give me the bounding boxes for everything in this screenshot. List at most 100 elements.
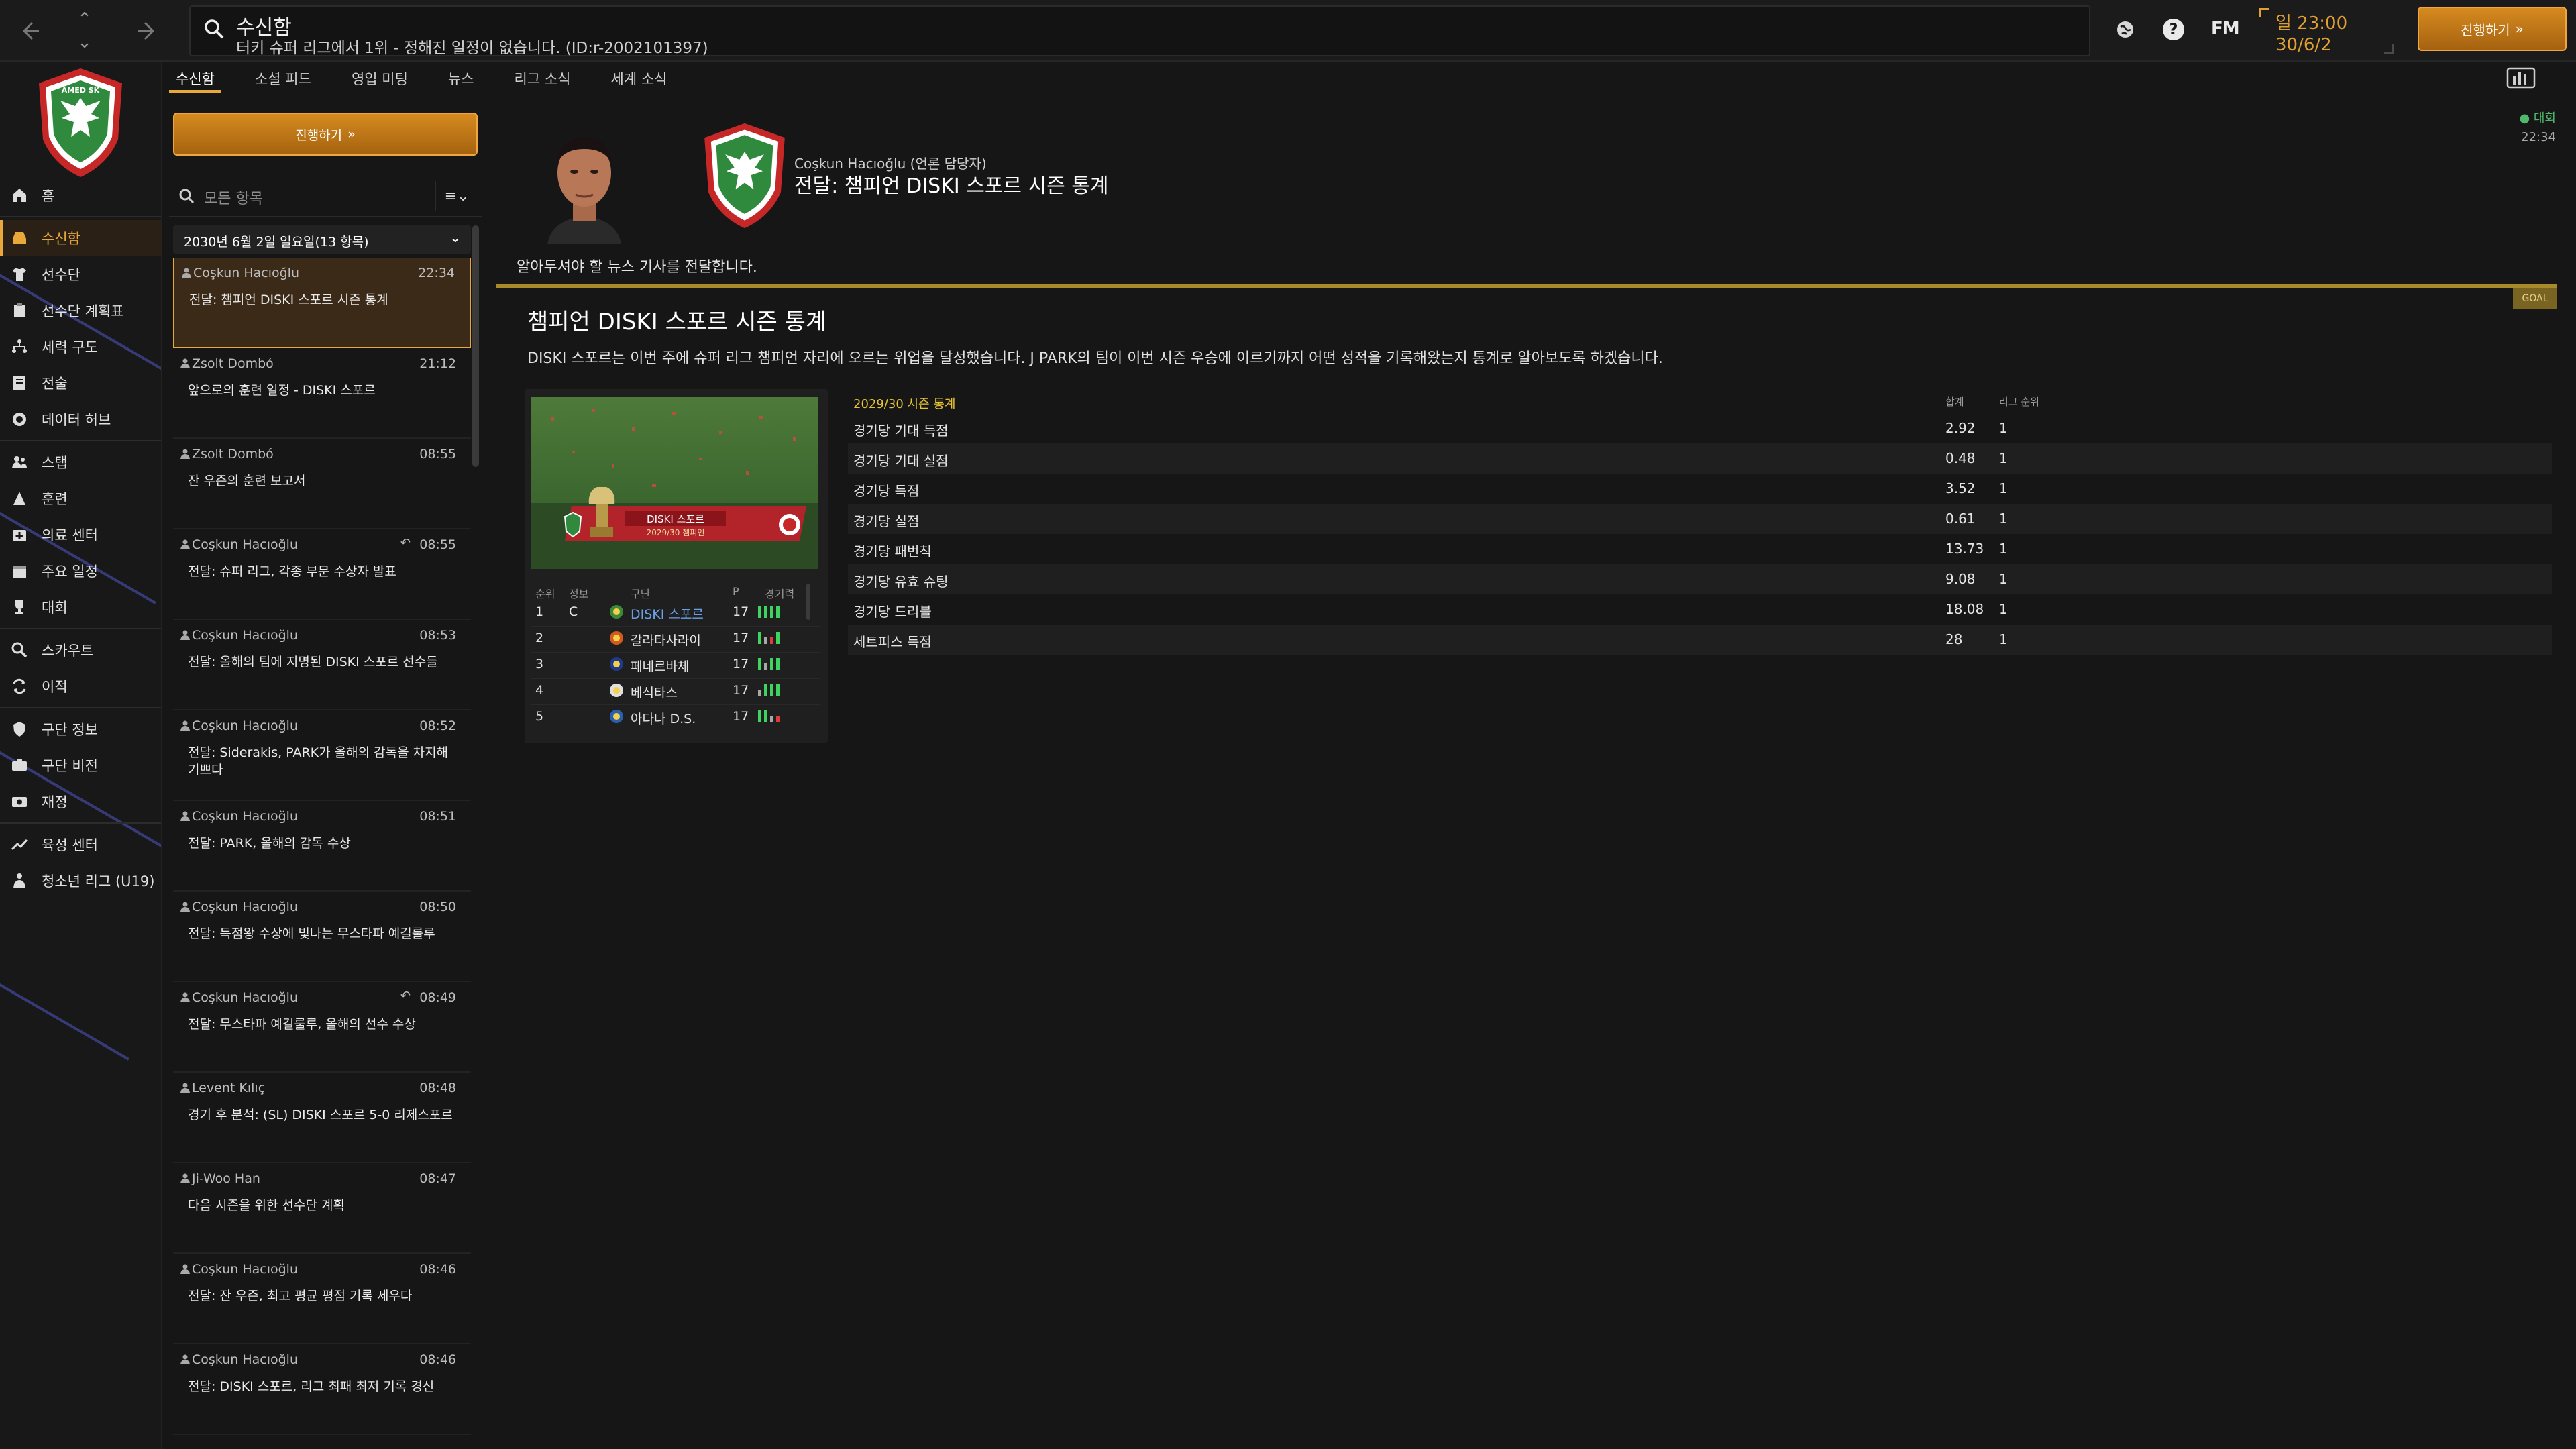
sidebar-item-staff[interactable]: 스탭 <box>0 444 161 480</box>
message-list-item[interactable]: Coşkun Hacıoğlu 08:46 전달: DISKI 스포르, 리그 최패… <box>173 1344 471 1435</box>
sidebar-item-tactics[interactable]: 전술 <box>0 365 161 401</box>
tab-1[interactable]: 소셜 피드 <box>248 64 318 93</box>
sidebar-item-hierarchy[interactable]: 세력 구도 <box>0 329 161 365</box>
chevron-down-icon[interactable]: ⌄ <box>77 31 92 54</box>
form-indicator <box>758 709 780 722</box>
mini-table-col-header[interactable]: 순위 <box>535 585 555 601</box>
sidebar-item-home[interactable]: 홈 <box>0 177 161 213</box>
search-box[interactable]: 수신함 터키 슈퍼 리그에서 1위 - 정해진 일정이 없습니다. (ID:r-… <box>189 5 2090 57</box>
tab-0[interactable]: 수신함 <box>169 64 221 93</box>
club-badge-icon[interactable]: AMED SK <box>34 66 127 180</box>
stats-row: 경기당 실점 0.61 1 <box>848 504 2552 534</box>
sidebar-item-calendar[interactable]: 주요 일정 <box>0 553 161 589</box>
message-list-item[interactable]: Zsolt Dombó 21:12 앞으로의 훈련 일정 - DISKI 스포르 <box>173 348 471 439</box>
sidebar-item-youth[interactable]: 청소년 리그 (U19) <box>0 863 161 899</box>
sidebar-item-club-info[interactable]: 구단 정보 <box>0 711 161 747</box>
table-row[interactable]: 5 아다나 D.S. 17 <box>531 704 820 731</box>
help-icon[interactable]: ? <box>2160 16 2187 43</box>
table-club-link[interactable]: 아다나 D.S. <box>631 709 696 727</box>
inbox-filter[interactable]: 모든 항목 ≡ ⌄ <box>169 174 482 217</box>
message-list-item[interactable]: Ji-Woo Han 08:47 다음 시즌을 위한 선수단 계획 <box>173 1163 471 1254</box>
continue-button[interactable]: 진행하기 » <box>173 113 478 156</box>
sidebar-item-data-hub[interactable]: 데이터 허브 <box>0 401 161 437</box>
tab-2[interactable]: 영입 미팅 <box>345 64 415 93</box>
sidebar-item-finance[interactable]: 재정 <box>0 784 161 820</box>
table-row[interactable]: 1 C DISKI 스포르 17 <box>531 600 820 626</box>
sidebar-item-training[interactable]: 훈련 <box>0 480 161 517</box>
message-list-item[interactable]: Coşkun Hacıoğlu 08:53 전달: 올해의 팀에 지명된 DISKI… <box>173 620 471 710</box>
competition-tag[interactable]: ● 대회 <box>2519 109 2556 126</box>
globe-icon[interactable] <box>2112 16 2139 43</box>
club-badge-icon[interactable] <box>699 121 790 231</box>
sidebar-item-development[interactable]: 육성 센터 <box>0 826 161 863</box>
sidebar-item-transfer[interactable]: 이적 <box>0 668 161 704</box>
game-date-time[interactable]: 일 23:00 30/6/2 <box>2259 5 2394 56</box>
continue-button-top[interactable]: 진행하기 » <box>2418 7 2567 51</box>
table-club-link[interactable]: DISKI 스포르 <box>631 604 704 623</box>
mini-table-scrollbar[interactable] <box>806 584 810 620</box>
message-list-item[interactable]: Levent Kılıç 08:48 경기 후 분석: (SL) DISKI 스포르… <box>173 1073 471 1163</box>
forward-arrow-icon[interactable] <box>127 11 168 51</box>
message-subject: 전달: 챔피언 DISKI 스포르 시즌 통계 <box>189 292 388 307</box>
message-list-item[interactable]: Zsolt Dombó 08:55 잔 우즌의 훈련 보고서 <box>173 439 471 529</box>
reply-icon: ↶ <box>400 536 411 550</box>
mini-table-col-header[interactable]: 경기력 <box>765 585 794 601</box>
table-club-link[interactable]: 베식타스 <box>631 683 678 701</box>
inbox-panel: 진행하기 » 모든 항목 ≡ ⌄ 2030년 6월 2일 일요일(13 항목) ⌄… <box>169 107 482 1449</box>
player-portrait[interactable] <box>534 119 635 244</box>
filter-input[interactable]: 모든 항목 <box>204 186 263 208</box>
banner-club-text: DISKI 스포르 <box>647 513 704 525</box>
sidebar-item-medical[interactable]: 의료 센터 <box>0 517 161 553</box>
message-list-item[interactable]: Coşkun Hacıoğlu 08:46 전달: 잔 우즌, 최고 평균 평점 기… <box>173 1254 471 1344</box>
back-arrow-icon[interactable] <box>9 11 50 51</box>
tab-5[interactable]: 세계 소식 <box>604 64 674 93</box>
sidebar-item-trophy[interactable]: 대회 <box>0 589 161 625</box>
sidebar-item-label: 세력 구도 <box>42 339 98 356</box>
nav-divider <box>0 440 161 441</box>
sidebar-item-vision[interactable]: 구단 비전 <box>0 747 161 784</box>
table-club-link[interactable]: 페네르바체 <box>631 657 689 675</box>
sidebar-item-scout[interactable]: 스카우트 <box>0 632 161 668</box>
message-list-item[interactable]: Coşkun Hacıoğlu 08:52 전달: Siderakis, PARK가… <box>173 710 471 801</box>
calendar-icon <box>11 562 28 580</box>
table-row[interactable]: 2 갈라타사라이 17 <box>531 626 820 652</box>
table-club-link[interactable]: 갈라타사라이 <box>631 631 701 649</box>
chevron-down-icon[interactable]: ⌄ <box>449 229 462 246</box>
message-time: 08:55 <box>419 537 456 552</box>
chevron-up-icon[interactable]: ⌃ <box>77 8 92 31</box>
sidebar-item-inbox[interactable]: 수신함 <box>0 220 161 256</box>
tab-4[interactable]: 리그 소식 <box>508 64 578 93</box>
message-list-item[interactable]: Coşkun Hacıoğlu 22:34 전달: 챔피언 DISKI 스포르 시즌… <box>173 258 471 348</box>
tactics-icon <box>11 374 28 392</box>
news-card: GOAL 챔피언 DISKI 스포르 시즌 통계 DISKI 스포르는 이번 주… <box>496 284 2557 1425</box>
sidebar-item-label: 훈련 <box>42 491 68 507</box>
message-list-item[interactable]: Coşkun Hacıoğlu ↶ 08:49 전달: 무스타파 예길룰루, 올해의 … <box>173 982 471 1073</box>
mini-table-col-header[interactable]: 구단 <box>631 585 650 601</box>
table-row[interactable]: 4 베식타스 17 <box>531 678 820 704</box>
sidebar-item-shirt[interactable]: 선수단 <box>0 256 161 292</box>
mini-table-col-header[interactable]: P <box>733 585 739 598</box>
tab-3[interactable]: 뉴스 <box>441 64 481 93</box>
sidebar-item-label: 스카우트 <box>42 643 94 659</box>
inbox-group-header[interactable]: 2030년 6월 2일 일요일(13 항목) ⌄ <box>173 225 471 254</box>
bar-chart-icon[interactable] <box>2506 67 2536 89</box>
message-time: 08:46 <box>419 1262 456 1277</box>
message-subject: 전달: 잔 우즌, 최고 평균 평점 기록 세우다 <box>188 1289 413 1303</box>
up-down-navigation[interactable]: ⌃ ⌄ <box>64 5 105 56</box>
message-sender: Coşkun Hacıoğlu <box>192 1262 298 1277</box>
hierarchy-icon <box>11 338 28 356</box>
table-row[interactable]: 3 페네르바체 17 <box>531 652 820 678</box>
fm-logo[interactable]: FM <box>2211 19 2240 39</box>
filter-menu-icon[interactable]: ≡ ⌄ <box>435 181 478 211</box>
sidebar-item-label: 구단 비전 <box>42 758 98 774</box>
sidebar-item-clipboard[interactable]: 선수단 계획표 <box>0 292 161 329</box>
search-icon <box>179 189 195 204</box>
inbox-scrollbar[interactable] <box>472 225 479 467</box>
message-list-item[interactable]: Coşkun Hacıoğlu 08:50 전달: 득점왕 수상에 빛나는 무스타파… <box>173 892 471 982</box>
table-pos: 1 <box>535 604 544 619</box>
mini-table-col-header[interactable]: 정보 <box>569 585 588 601</box>
stat-value: 0.61 <box>1945 511 1976 527</box>
message-list-item[interactable]: Coşkun Hacıoğlu 08:51 전달: PARK, 올해의 감독 수상 <box>173 801 471 892</box>
stat-rank: 1 <box>1999 511 2008 527</box>
message-list-item[interactable]: Coşkun Hacıoğlu ↶ 08:55 전달: 슈퍼 리그, 각종 부문 수상… <box>173 529 471 620</box>
